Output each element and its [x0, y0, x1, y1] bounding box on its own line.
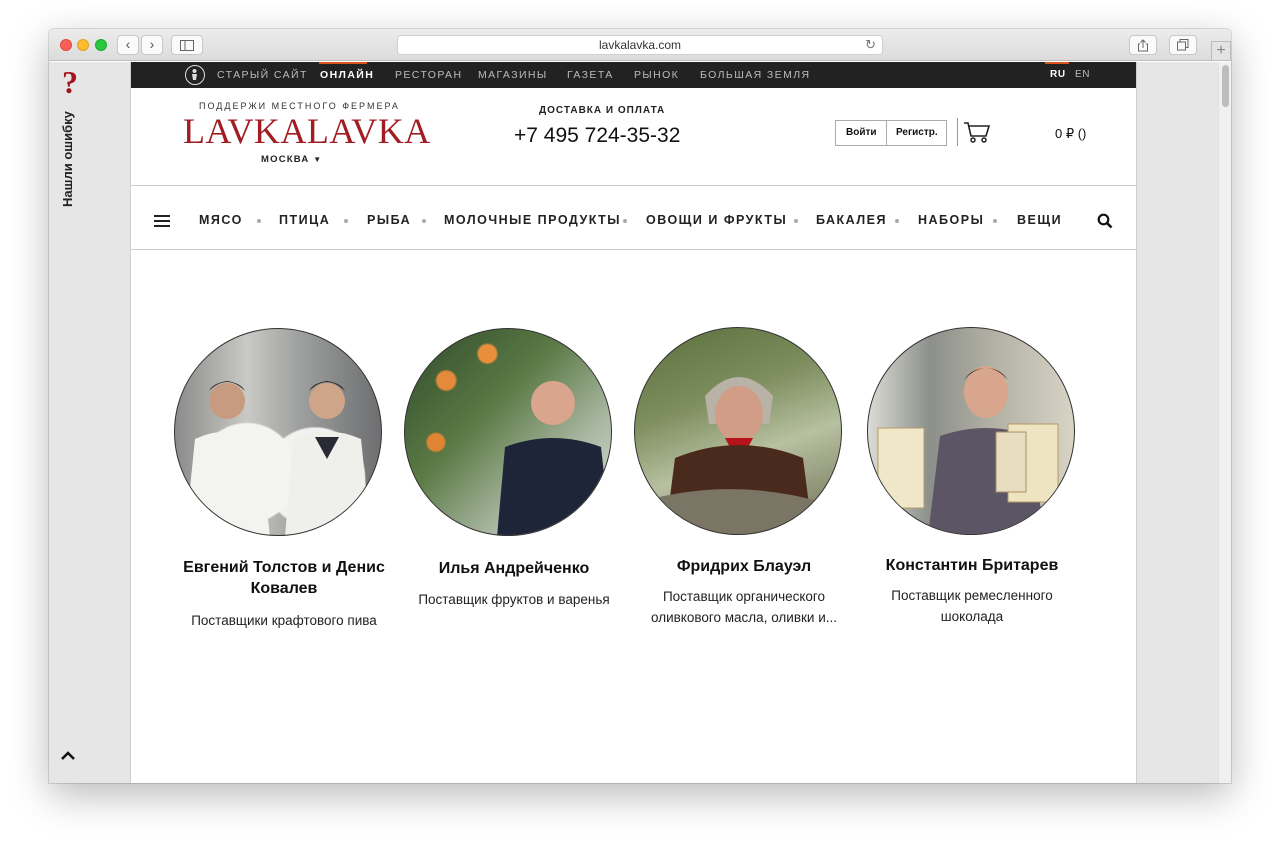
supplier-photo[interactable] [404, 328, 612, 536]
chevron-up-icon[interactable] [60, 748, 76, 764]
topnav-restaurant[interactable]: РЕСТОРАН [395, 62, 462, 88]
minimize-window-button[interactable] [77, 39, 89, 51]
brand-logo[interactable]: LAVKALAVKA [183, 110, 431, 152]
right-margin [1137, 62, 1231, 783]
menu-separator-dot [422, 219, 426, 223]
browser-window: ‹ › lavkalavka.com ↻ + ? Нашли ошибку СТ… [49, 29, 1231, 783]
topnav-newspaper[interactable]: ГАЗЕТА [567, 62, 614, 88]
zoom-window-button[interactable] [95, 39, 107, 51]
report-error-link[interactable]: Нашли ошибку [60, 111, 75, 207]
question-icon[interactable]: ? [59, 64, 81, 101]
share-icon [1138, 39, 1148, 52]
site-header: ПОДДЕРЖИ МЕСТНОГО ФЕРМЕРА LAVKALAVKA МОС… [131, 88, 1136, 186]
menu-item-things[interactable]: ВЕЩИ [1017, 213, 1062, 227]
menu-item-fish[interactable]: РЫБА [367, 213, 411, 227]
menu-item-vegetables-fruits[interactable]: ОВОЩИ И ФРУКТЫ [646, 213, 787, 227]
topnav-big-land[interactable]: БОЛЬШАЯ ЗЕМЛЯ [700, 62, 811, 88]
feedback-strip: ? Нашли ошибку [49, 62, 130, 783]
menu-item-sets[interactable]: НАБОРЫ [918, 213, 984, 227]
plus-icon: + [1216, 42, 1226, 59]
new-tab-button[interactable]: + [1211, 41, 1231, 61]
site-container: СТАРЫЙ САЙТ ОНЛАЙН РЕСТОРАН МАГАЗИНЫ ГАЗ… [130, 62, 1137, 783]
hamburger-menu-icon[interactable] [154, 215, 170, 227]
register-button[interactable]: Регистр. [896, 121, 938, 145]
menu-separator-dot [895, 219, 899, 223]
scrollbar[interactable] [1218, 62, 1231, 783]
forward-button[interactable]: › [141, 35, 163, 55]
chevron-left-icon: ‹ [125, 36, 131, 52]
supplier-name[interactable]: Фридрих Блауэл [629, 556, 859, 577]
sidebar-icon [180, 40, 194, 51]
menu-item-poultry[interactable]: ПТИЦА [279, 213, 330, 227]
chevron-right-icon: › [149, 36, 155, 52]
supplier-name[interactable]: Константин Бритарев [857, 555, 1087, 576]
top-nav-bar: СТАРЫЙ САЙТ ОНЛАЙН РЕСТОРАН МАГАЗИНЫ ГАЗ… [131, 62, 1136, 88]
supplier-photo[interactable] [174, 328, 382, 536]
menu-item-meat[interactable]: МЯСО [199, 213, 243, 227]
menu-separator-dot [993, 219, 997, 223]
back-button[interactable]: ‹ [117, 35, 139, 55]
tabs-overview-button[interactable] [1169, 35, 1197, 55]
phone-number[interactable]: +7 495 724-35-32 [514, 124, 680, 148]
city-selector[interactable]: МОСКВА ▼ [261, 154, 322, 165]
topnav-online[interactable]: ОНЛАЙН [320, 62, 374, 88]
cart-divider [957, 118, 958, 146]
topnav-shops[interactable]: МАГАЗИНЫ [478, 62, 548, 88]
auth-divider [886, 121, 887, 145]
page-viewport: ? Нашли ошибку СТАРЫЙ САЙТ ОНЛАЙН РЕСТОР… [49, 62, 1231, 783]
supplier-photo[interactable] [867, 327, 1075, 535]
browser-toolbar: ‹ › lavkalavka.com ↻ [49, 29, 1231, 61]
farmer-logo-icon[interactable] [185, 65, 205, 85]
menu-separator-dot [794, 219, 798, 223]
supplier-description: Поставщик органического оливкового масла… [650, 589, 837, 625]
menu-separator-dot [623, 219, 627, 223]
supplier-name[interactable]: Евгений Толстов и Денис Ковалев [169, 557, 399, 599]
supplier-description: Поставщик ремесленного шоколада [891, 588, 1053, 624]
address-bar[interactable]: lavkalavka.com ↻ [397, 35, 883, 55]
scrollbar-thumb[interactable] [1222, 65, 1229, 107]
lang-ru[interactable]: RU [1050, 62, 1066, 88]
cart-icon[interactable] [963, 121, 991, 143]
menu-separator-dot [257, 219, 261, 223]
search-icon[interactable] [1097, 213, 1113, 229]
supplier-photo[interactable] [634, 327, 842, 535]
city-label: МОСКВА [261, 154, 310, 165]
menu-separator-dot [344, 219, 348, 223]
close-window-button[interactable] [60, 39, 72, 51]
sidebar-toggle-button[interactable] [171, 35, 203, 55]
delivery-link[interactable]: ДОСТАВКА И ОПЛАТА [539, 105, 665, 116]
topnav-old-site[interactable]: СТАРЫЙ САЙТ [217, 62, 308, 88]
supplier-name[interactable]: Илья Андрейченко [399, 558, 629, 579]
tabs-icon [1177, 39, 1189, 51]
lang-en[interactable]: EN [1075, 62, 1090, 88]
menu-item-grocery[interactable]: БАКАЛЕЯ [816, 213, 887, 227]
auth-box: Войти Регистр. [835, 120, 947, 146]
caret-down-icon: ▼ [313, 155, 323, 164]
cart-total[interactable]: 0 ₽ () [1055, 126, 1086, 142]
category-menu: МЯСО ПТИЦА РЫБА МОЛОЧНЫЕ ПРОДУКТЫ ОВОЩИ … [131, 187, 1136, 250]
supplier-description: Поставщик фруктов и варенья [418, 592, 610, 607]
url-text: lavkalavka.com [598, 38, 682, 52]
login-button[interactable]: Войти [846, 121, 877, 145]
topnav-market[interactable]: РЫНОК [634, 62, 679, 88]
supplier-description: Поставщики крафтового пива [191, 613, 377, 628]
menu-item-dairy[interactable]: МОЛОЧНЫЕ ПРОДУКТЫ [444, 213, 621, 227]
share-button[interactable] [1129, 35, 1157, 55]
reload-icon[interactable]: ↻ [865, 36, 876, 54]
